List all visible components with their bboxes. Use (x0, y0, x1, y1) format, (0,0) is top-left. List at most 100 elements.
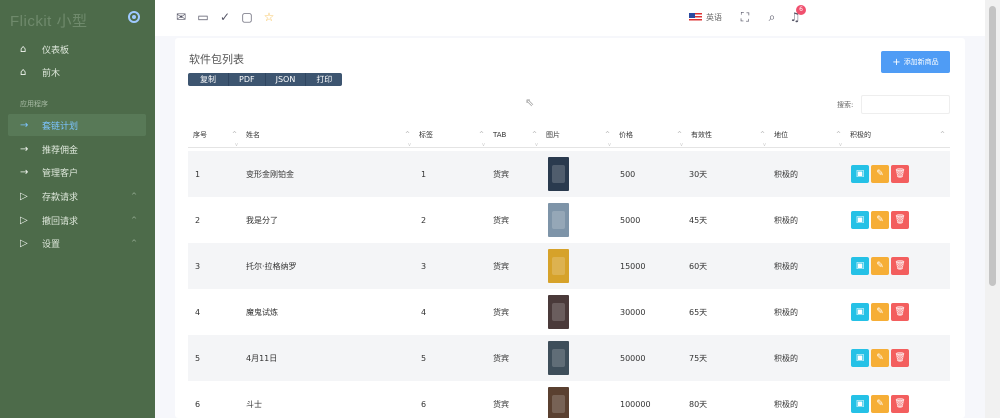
sidebar-item-settings[interactable]: ▷ 设置 ^ (0, 232, 155, 254)
copy-button[interactable]: 复制 (188, 73, 229, 86)
brand-logo[interactable]: Flickit 小型 (10, 10, 88, 31)
mail-icon[interactable]: ✉ (173, 9, 189, 25)
search-icon[interactable]: ⌕ (764, 9, 780, 25)
column-header-price[interactable]: ^ 价格 v (605, 128, 633, 148)
edit-icon[interactable]: ✎ (871, 349, 889, 367)
add-item-label: 添加新商品 (903, 58, 939, 66)
cell-no: 5 (195, 353, 201, 363)
sidebar-section-label: 应用程序 (20, 100, 48, 108)
cell-tag: 1 (421, 169, 427, 179)
check-circle-icon[interactable]: ✓ (217, 9, 233, 25)
sidebar-item-customers[interactable]: → 管理客户 (0, 161, 155, 183)
us-flag-icon[interactable] (689, 13, 702, 22)
delete-icon[interactable]: 🗑 (891, 349, 909, 367)
cell-name: 我是分了 (246, 215, 278, 225)
view-icon[interactable]: ▣ (851, 257, 869, 275)
cell-image (548, 197, 569, 243)
cell-name: 变形金刚铂金 (246, 169, 294, 179)
cell-tab: 货宾 (493, 307, 509, 317)
add-item-button[interactable]: + 添加新商品 (881, 51, 950, 73)
sidebar-item-deposits[interactable]: ▷ 存款请求 ^ (0, 185, 155, 207)
column-header-active[interactable]: ^ 积极的 v ^ (836, 128, 945, 148)
cell-validity: 80天 (689, 399, 708, 409)
column-header-tab[interactable]: ^ TAB v (479, 128, 506, 148)
cell-tab: 货宾 (493, 261, 509, 271)
scrollbar-thumb[interactable] (989, 6, 996, 286)
export-button-group: 复制 PDF JSON 打印 (188, 73, 343, 86)
cell-actions: ▣ ✎ 🗑 (851, 381, 911, 418)
movie-poster-image (548, 387, 569, 418)
sidebar-item-label: 撤回请求 (42, 216, 79, 227)
cell-tag: 6 (421, 399, 427, 409)
column-header-name[interactable]: ^ 姓名 v (232, 128, 260, 148)
home-icon: ⌂ (20, 43, 27, 55)
cell-name: 4月11日 (246, 353, 278, 363)
sidebar-item-label: 推荐佣金 (42, 145, 79, 156)
json-button[interactable]: JSON (265, 73, 307, 86)
sidebar-item-label: 管理客户 (42, 168, 79, 179)
sidebar-toggle-icon[interactable] (128, 11, 140, 23)
cell-actions: ▣ ✎ 🗑 (851, 151, 911, 197)
view-icon[interactable]: ▣ (851, 395, 869, 413)
edit-icon[interactable]: ✎ (871, 303, 889, 321)
delete-icon[interactable]: 🗑 (891, 165, 909, 183)
sort-down-icon: v (763, 142, 766, 148)
sidebar-item-plans[interactable]: → 套链计划 (8, 114, 146, 136)
star-icon[interactable]: ☆ (261, 9, 277, 25)
chevron-up-icon: ^ (131, 239, 137, 247)
edit-icon[interactable]: ✎ (871, 395, 889, 413)
sort-down-icon: v (482, 142, 485, 148)
search-input[interactable] (861, 95, 950, 114)
sort-down-icon: v (235, 142, 238, 148)
edit-icon[interactable]: ✎ (871, 257, 889, 275)
table-row: 3 托尔·拉格纳罗 3 货宾 15000 60天 积极的 ▣ ✎ 🗑 (188, 243, 950, 289)
page-scrollbar[interactable] (985, 0, 1000, 418)
cell-name: 托尔·拉格纳罗 (246, 261, 297, 271)
cell-image (548, 243, 569, 289)
column-header-status[interactable]: ^ 地位 v (760, 128, 788, 148)
view-icon[interactable]: ▣ (851, 165, 869, 183)
cell-image (548, 289, 569, 335)
delete-icon[interactable]: 🗑 (891, 303, 909, 321)
chat-icon[interactable]: ▭ (195, 9, 211, 25)
cell-actions: ▣ ✎ 🗑 (851, 243, 911, 289)
calendar-icon[interactable]: ▢ (239, 9, 255, 25)
cell-status: 积极的 (774, 399, 798, 409)
cell-status: 积极的 (774, 307, 798, 317)
sidebar-item-referral[interactable]: → 推荐佣金 (0, 138, 155, 160)
search-label: 搜索: (837, 101, 854, 109)
column-header-validity[interactable]: ^ 有效性 v (677, 128, 712, 148)
cell-tab: 货宾 (493, 353, 509, 363)
column-header-image[interactable]: ^ 图片 v (532, 128, 560, 148)
cell-no: 6 (195, 399, 201, 409)
sidebar-item-home[interactable]: ⌂ 前木 (0, 61, 155, 83)
cell-tag: 4 (421, 307, 427, 317)
delete-icon[interactable]: 🗑 (891, 257, 909, 275)
column-header-no[interactable]: 序号 (193, 128, 207, 148)
view-icon[interactable]: ▣ (851, 303, 869, 321)
print-button[interactable]: 打印 (306, 73, 343, 86)
sidebar-item-dashboard[interactable]: ⌂ 仪表板 (0, 38, 155, 60)
column-header-tag[interactable]: ^ 标签 v (405, 128, 433, 148)
cell-tag: 3 (421, 261, 427, 271)
fullscreen-icon[interactable]: ⛶ (737, 9, 753, 25)
view-icon[interactable]: ▣ (851, 211, 869, 229)
cell-price: 50000 (620, 353, 646, 363)
package-list-card: 软件包列表 复制 PDF JSON 打印 + 添加新商品 ⇖ 搜索: 序号 ^ 姓… (175, 38, 965, 418)
delete-icon[interactable]: 🗑 (891, 211, 909, 229)
sidebar-item-withdrawals[interactable]: ▷ 撤回请求 ^ (0, 209, 155, 231)
topbar: ✉ ▭ ✓ ▢ ☆ 英语 ⛶ ⌕ ♫ 6 (155, 0, 985, 36)
delete-icon[interactable]: 🗑 (891, 395, 909, 413)
pdf-button[interactable]: PDF (229, 73, 266, 86)
cell-tab: 货宾 (493, 399, 509, 409)
language-selector[interactable]: 英语 (706, 12, 722, 23)
page-title: 软件包列表 (189, 53, 244, 66)
arrow-right-icon: → (20, 119, 29, 131)
edit-icon[interactable]: ✎ (871, 211, 889, 229)
edit-icon[interactable]: ✎ (871, 165, 889, 183)
view-icon[interactable]: ▣ (851, 349, 869, 367)
table-row: 5 4月11日 5 货宾 50000 75天 积极的 ▣ ✎ 🗑 (188, 335, 950, 381)
cell-actions: ▣ ✎ 🗑 (851, 335, 911, 381)
cell-status: 积极的 (774, 215, 798, 225)
arrow-right-icon: → (20, 143, 29, 155)
